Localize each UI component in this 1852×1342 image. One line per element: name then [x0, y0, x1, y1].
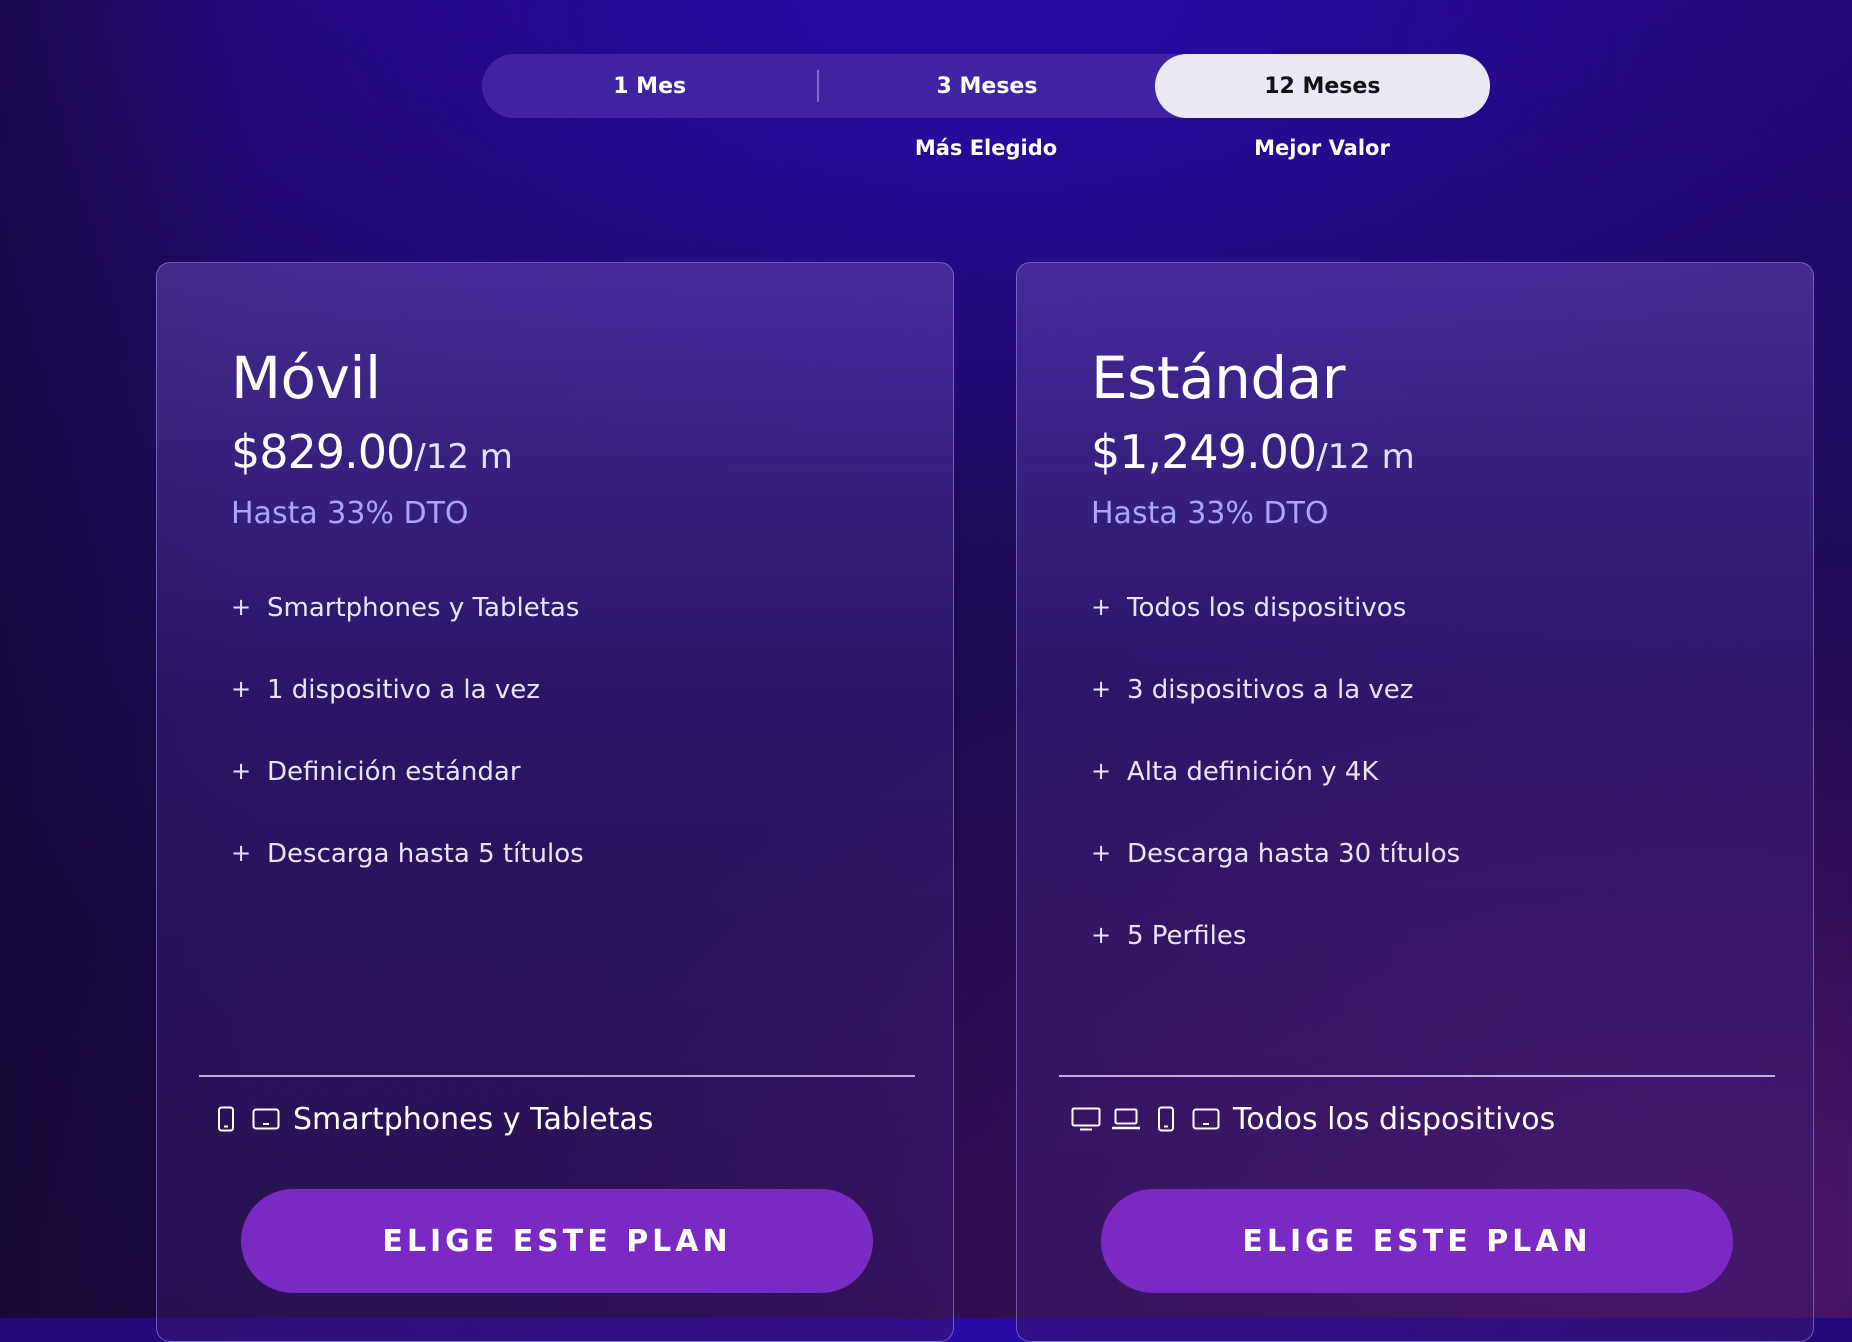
plan-price: $1,249.00	[1091, 425, 1317, 479]
tab-12-meses[interactable]: 12 Meses	[1154, 54, 1490, 118]
plan-period: /12 m	[414, 437, 513, 477]
feature-label: 1 dispositivo a la vez	[267, 675, 540, 705]
plan-period: /12 m	[1316, 437, 1415, 477]
plus-icon: +	[231, 757, 252, 785]
badge-mas-elegido: Más Elegido	[914, 136, 1058, 160]
plus-icon: +	[1091, 921, 1112, 949]
plan-price-row: $1,249.00/12 m	[1091, 429, 1415, 475]
laptop-icon	[1111, 1104, 1141, 1134]
feature-label: Descarga hasta 5 títulos	[267, 839, 584, 869]
plus-icon: +	[231, 675, 252, 703]
choose-plan-button[interactable]: ELIGE ESTE PLAN	[1101, 1189, 1733, 1293]
plan-discount: Hasta 33% DTO	[231, 496, 469, 531]
plus-icon: +	[1091, 593, 1112, 621]
feature-item: + 5 Perfiles	[1091, 923, 1460, 1005]
feature-item: + Descarga hasta 5 títulos	[231, 841, 584, 923]
plus-icon: +	[231, 839, 252, 867]
badge-mejor-valor: Mejor Valor	[1254, 136, 1390, 160]
plan-card-movil: Móvil $829.00/12 m Hasta 33% DTO + Smart…	[156, 262, 954, 1342]
devices-label: Smartphones y Tabletas	[293, 1101, 654, 1137]
feature-label: Definición estándar	[267, 757, 521, 787]
devices-label: Todos los dispositivos	[1233, 1101, 1556, 1137]
feature-label: Todos los dispositivos	[1127, 593, 1407, 623]
device-row: Todos los dispositivos	[1071, 1095, 1555, 1143]
card-divider	[1059, 1075, 1775, 1077]
plan-name: Estándar	[1091, 344, 1346, 412]
smartphone-icon	[1151, 1104, 1181, 1134]
feature-label: Descarga hasta 30 títulos	[1127, 839, 1461, 869]
plan-card-estandar: Estándar $1,249.00/12 m Hasta 33% DTO + …	[1016, 262, 1814, 1342]
plus-icon: +	[1091, 839, 1112, 867]
plan-price: $829.00	[231, 425, 415, 479]
feature-item: + Descarga hasta 30 títulos	[1091, 841, 1460, 923]
feature-item: + Definición estándar	[231, 759, 584, 841]
tab-1-mes[interactable]: 1 Mes	[482, 54, 817, 118]
feature-item: + Alta definición y 4K	[1091, 759, 1460, 841]
feature-label: Alta definición y 4K	[1127, 757, 1379, 787]
plan-discount: Hasta 33% DTO	[1091, 496, 1329, 531]
tablet-icon	[251, 1104, 281, 1134]
tv-icon	[1071, 1104, 1101, 1134]
feature-label: Smartphones y Tabletas	[267, 593, 580, 623]
feature-list: + Smartphones y Tabletas + 1 dispositivo…	[231, 595, 584, 923]
plan-name: Móvil	[231, 344, 381, 412]
feature-item: + 1 dispositivo a la vez	[231, 677, 584, 759]
plus-icon: +	[1091, 757, 1112, 785]
period-selector: 1 Mes 3 Meses 12 Meses	[482, 54, 1490, 118]
feature-item: + Smartphones y Tabletas	[231, 595, 584, 677]
smartphone-icon	[211, 1104, 241, 1134]
card-divider	[199, 1075, 915, 1077]
feature-label: 5 Perfiles	[1127, 921, 1247, 951]
plan-price-row: $829.00/12 m	[231, 429, 513, 475]
choose-plan-button[interactable]: ELIGE ESTE PLAN	[241, 1189, 873, 1293]
plus-icon: +	[1091, 675, 1112, 703]
feature-item: + 3 dispositivos a la vez	[1091, 677, 1460, 759]
feature-item: + Todos los dispositivos	[1091, 595, 1460, 677]
feature-list: + Todos los dispositivos + 3 dispositivo…	[1091, 595, 1460, 1005]
plus-icon: +	[231, 593, 252, 621]
device-row: Smartphones y Tabletas	[211, 1095, 653, 1143]
feature-label: 3 dispositivos a la vez	[1127, 675, 1414, 705]
tablet-icon	[1191, 1104, 1221, 1134]
tab-3-meses[interactable]: 3 Meses	[819, 54, 1154, 118]
